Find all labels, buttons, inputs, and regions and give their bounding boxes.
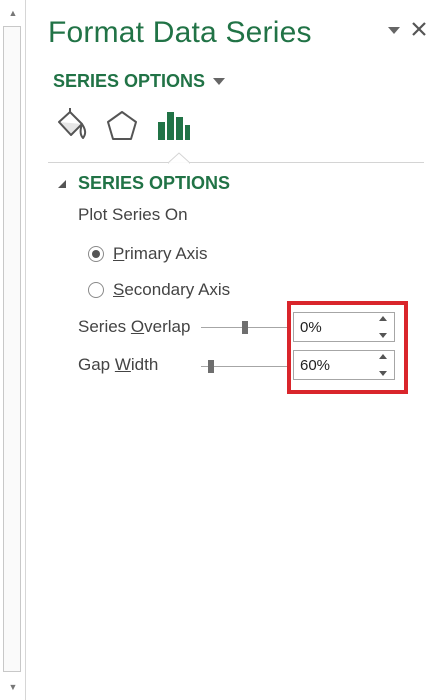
primary-axis-label: Primary Axis <box>113 244 208 263</box>
series-options-dropdown[interactable]: SERIES OPTIONS <box>53 71 226 92</box>
secondary-axis-radio-button[interactable] <box>88 282 104 298</box>
scrollbar-track[interactable] <box>3 26 21 672</box>
primary-axis-radio[interactable]: Primary Axis <box>88 244 207 264</box>
options-dropdown-label: SERIES OPTIONS <box>53 71 206 91</box>
plot-series-on-label: Plot Series On <box>78 205 188 224</box>
gap-width-slider-thumb[interactable] <box>208 360 215 373</box>
tab-divider <box>48 162 424 163</box>
series-options-section-header[interactable]: SERIES OPTIONS <box>57 173 230 194</box>
scroll-down-icon[interactable]: ▼ <box>0 678 26 696</box>
scroll-up-icon[interactable]: ▲ <box>0 4 26 22</box>
bar-chart-icon[interactable] <box>155 108 191 144</box>
section-header-label: SERIES OPTIONS <box>78 173 231 193</box>
gap-width-input[interactable] <box>294 356 370 374</box>
series-overlap-slider-thumb[interactable] <box>241 321 248 334</box>
gap-width-spinbox[interactable] <box>293 350 395 380</box>
chevron-down-icon <box>213 77 226 85</box>
vertical-scrollbar[interactable]: ▲ ▼ <box>0 0 26 700</box>
spin-up-icon[interactable] <box>378 315 388 322</box>
pane-options-chevron-icon[interactable] <box>387 24 401 36</box>
close-icon[interactable] <box>410 20 428 38</box>
primary-axis-radio-button[interactable] <box>88 246 104 262</box>
series-overlap-input[interactable] <box>294 318 370 336</box>
series-overlap-spinbox[interactable] <box>293 312 395 342</box>
spin-up-icon[interactable] <box>378 353 388 360</box>
spin-down-icon[interactable] <box>378 370 388 377</box>
pentagon-icon[interactable] <box>104 108 140 144</box>
gap-width-label: Gap Width <box>78 355 159 374</box>
secondary-axis-radio[interactable]: Secondary Axis <box>88 280 230 300</box>
collapse-triangle-icon <box>58 179 66 188</box>
series-overlap-label: Series Overlap <box>78 317 191 336</box>
selected-tab-pointer <box>168 152 190 164</box>
spin-down-icon[interactable] <box>378 332 388 339</box>
paint-bucket-icon[interactable] <box>53 108 89 144</box>
secondary-axis-label: Secondary Axis <box>113 280 231 299</box>
pane-title: Format Data Series <box>48 16 312 49</box>
